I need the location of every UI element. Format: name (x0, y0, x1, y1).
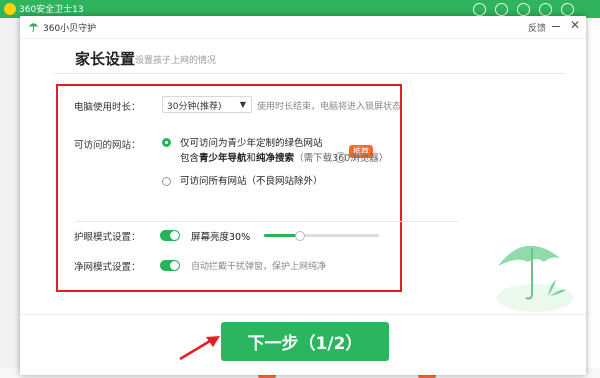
eye-mode-toggle[interactable] (160, 230, 180, 241)
sites-label: 可访问的网站： (74, 140, 141, 151)
green-sites-description: 包含青少年导航和纯净搜索（需下载360浏览器） (180, 153, 389, 164)
net-mode-label: 净网模式设置： (74, 262, 141, 273)
section-divider (76, 221, 458, 222)
radio-all-sites[interactable] (162, 177, 171, 186)
usage-time-hint: 使用时长结束，电脑将进入锁屏状态 (257, 102, 402, 112)
toolbar-icon[interactable] (561, 3, 574, 16)
page-title: 家长设置 (75, 50, 136, 68)
background-app-title: 360安全卫士13 (4, 2, 84, 15)
eye-mode-label: 护眼模式设置： (74, 232, 141, 243)
net-mode-toggle[interactable] (160, 260, 180, 271)
radio-green-sites[interactable] (162, 138, 171, 147)
toolbar-icon[interactable] (539, 3, 552, 16)
next-step-button[interactable]: 下一步（1/2） (221, 322, 389, 361)
background-toolbar-icons (473, 3, 574, 16)
close-button[interactable]: ✕ (570, 18, 580, 32)
toolbar-icon[interactable] (517, 3, 530, 16)
brightness-slider-handle[interactable] (294, 231, 305, 241)
brightness-slider[interactable] (264, 231, 379, 241)
dialog-title: 360小贝守护 (43, 24, 97, 34)
all-sites-option[interactable]: 可访问所有网站（不良网站除外） (180, 173, 323, 187)
umbrella-icon (28, 23, 39, 32)
green-sites-option[interactable]: 仅可访问为青少年定制的绿色网站 (180, 135, 323, 149)
feedback-link[interactable]: 反馈 (528, 21, 546, 34)
footer-divider (20, 314, 586, 315)
annotation-arrow-icon (179, 336, 220, 361)
page-subtitle: 设置孩子上网的情况 (135, 56, 217, 66)
umbrella-illustration-icon (497, 245, 573, 312)
header-divider (54, 73, 566, 74)
chevron-down-icon: ▼ (239, 100, 246, 109)
dialog-titlebar: 360小贝守护 反馈 ✕ (20, 16, 586, 39)
toolbar-icon[interactable] (473, 3, 486, 16)
parental-settings-dialog: 360小贝守护 反馈 ✕ 家长设置 设置孩子上网的情况 电脑使用时长： 30分钟… (20, 16, 586, 375)
net-mode-description: 自动拦截干扰弹窗，保护上网纯净 (191, 262, 327, 272)
usage-time-value: 30分钟(推荐) (167, 102, 222, 112)
toolbar-icon[interactable] (495, 3, 508, 16)
brightness-label: 屏幕亮度30% (191, 232, 251, 243)
minimize-button[interactable] (550, 20, 562, 32)
brightness-slider-fill (264, 234, 299, 237)
usage-time-select[interactable]: 30分钟(推荐) ▼ (162, 96, 252, 113)
app-logo-icon (4, 2, 16, 15)
usage-time-label: 电脑使用时长： (74, 102, 141, 113)
